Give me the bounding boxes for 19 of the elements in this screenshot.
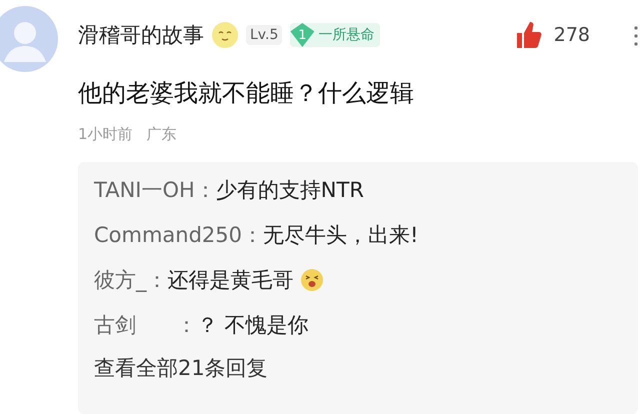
reply-author[interactable]: Command250： (94, 221, 264, 249)
laughing-face-icon (300, 268, 324, 292)
comment-location: 广东 (146, 125, 177, 144)
like-count: 278 (554, 24, 590, 46)
level-tag: Lv.5 (246, 25, 282, 45)
comment-time: 1小时前 (78, 125, 133, 144)
smiley-icon (212, 22, 238, 48)
reply-author[interactable]: 彼方_： (94, 266, 168, 294)
reply-text: ？ 不愧是你 (197, 312, 309, 339)
more-icon[interactable] (634, 26, 638, 46)
reply-text: 少有的支持NTR (216, 177, 364, 204)
reply-text: 无尽牛头，出来! (263, 222, 418, 249)
reply-author[interactable]: TANI一OH： (94, 176, 216, 204)
view-all-replies-link[interactable]: 查看全部21条回复 (94, 354, 622, 382)
reply-author[interactable]: 古剑 ： (94, 311, 198, 339)
reply-text: 还得是黄毛哥 (168, 267, 294, 294)
comment-text: 他的老婆我就不能睡？什么逻辑 (78, 78, 415, 109)
author-name[interactable]: 滑稽哥的故事 (78, 21, 204, 49)
title-badge: 1 一所悬命 (290, 23, 380, 47)
